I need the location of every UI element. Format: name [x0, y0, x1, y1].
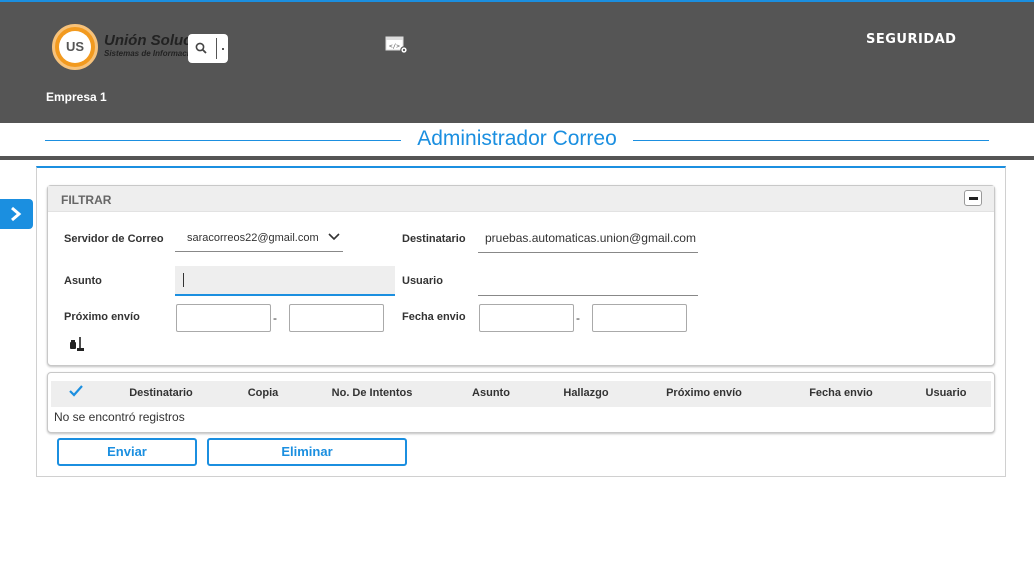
range-separator: -	[576, 311, 580, 325]
send-button[interactable]: Enviar	[57, 438, 197, 466]
column-header[interactable]: Asunto	[451, 387, 531, 399]
search-box[interactable]	[188, 34, 228, 63]
company-name[interactable]: Empresa 1	[46, 90, 107, 104]
column-header[interactable]: Fecha envio	[791, 387, 891, 399]
code-settings-icon[interactable]: </>	[385, 35, 409, 55]
page-title: Administrador Correo	[417, 127, 617, 150]
destinatario-label: Destinatario	[402, 233, 466, 245]
brand-subtitle: Sistemas de Información	[104, 49, 188, 58]
module-name[interactable]: SEGURIDAD	[866, 32, 956, 47]
top-bar: US Unión Soluciones Sistemas de Informac…	[0, 0, 1034, 123]
title-divider-right	[633, 140, 989, 141]
servidor-value: saracorreos22@gmail.com	[187, 232, 319, 244]
asunto-input[interactable]	[175, 266, 395, 296]
sidebar-toggle-button[interactable]	[0, 199, 33, 229]
minus-icon	[969, 197, 978, 200]
search-icon[interactable]	[195, 42, 207, 54]
range-separator: -	[273, 311, 277, 325]
chevron-right-icon	[11, 206, 22, 222]
company-logo[interactable]: US	[52, 24, 100, 70]
servidor-select[interactable]: saracorreos22@gmail.com	[175, 226, 343, 252]
logo-mark: US	[59, 31, 91, 63]
filter-title: FILTRAR	[61, 193, 112, 207]
collapse-button[interactable]	[964, 190, 982, 206]
destinatario-value: pruebas.automaticas.union@gmail.com	[485, 231, 696, 245]
proximo-envio-to[interactable]	[289, 304, 384, 332]
clear-filter-icon[interactable]	[69, 336, 85, 352]
svg-text:</>: </>	[389, 43, 400, 50]
servidor-label: Servidor de Correo	[64, 233, 164, 245]
filter-header[interactable]: FILTRAR	[48, 186, 994, 212]
title-bar	[0, 156, 1034, 160]
fecha-envio-from[interactable]	[479, 304, 574, 332]
usuario-label: Usuario	[402, 275, 443, 287]
chevron-down-icon	[328, 233, 340, 241]
column-header[interactable]: Usuario	[906, 387, 986, 399]
column-header[interactable]: Hallazgo	[541, 387, 631, 399]
asunto-label: Asunto	[64, 275, 102, 287]
select-all-check-icon[interactable]	[69, 385, 83, 397]
column-header[interactable]: Próximo envío	[644, 387, 764, 399]
proximo-envio-from[interactable]	[176, 304, 271, 332]
column-header[interactable]: Destinatario	[111, 387, 211, 399]
proximo-envio-label: Próximo envío	[64, 311, 140, 323]
text-cursor	[183, 273, 184, 287]
destinatario-input[interactable]: pruebas.automaticas.union@gmail.com	[478, 226, 698, 253]
brand: Unión Soluciones Sistemas de Información	[104, 33, 188, 58]
fecha-envio-to[interactable]	[592, 304, 687, 332]
usuario-input[interactable]	[478, 268, 698, 296]
delete-button[interactable]: Eliminar	[207, 438, 407, 466]
fecha-envio-label: Fecha envio	[402, 311, 466, 323]
brand-name: Unión Soluciones	[104, 33, 188, 49]
table-header: Destinatario Copia No. De Intentos Asunt…	[51, 381, 991, 407]
column-header[interactable]: Copia	[223, 387, 303, 399]
empty-message: No se encontró registros	[54, 410, 185, 424]
column-header[interactable]: No. De Intentos	[307, 387, 437, 399]
title-divider-left	[45, 140, 401, 141]
results-table: Destinatario Copia No. De Intentos Asunt…	[47, 372, 995, 433]
